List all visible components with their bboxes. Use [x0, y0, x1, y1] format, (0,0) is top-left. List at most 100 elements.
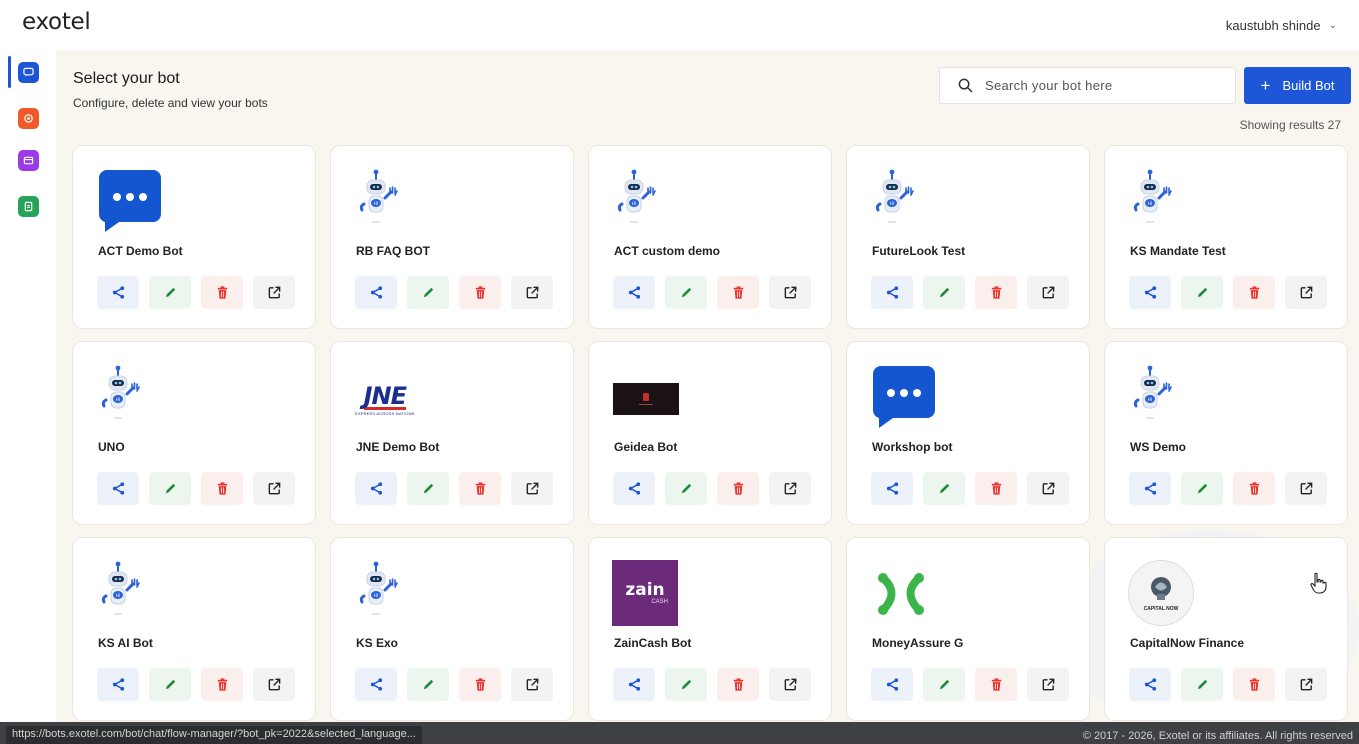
bot-card[interactable]: Geidea Bot	[588, 341, 832, 525]
share-button[interactable]	[1129, 668, 1171, 701]
bot-actions	[871, 472, 1069, 505]
open-button[interactable]	[1285, 472, 1327, 505]
edit-button[interactable]	[149, 276, 191, 309]
edit-button[interactable]	[665, 276, 707, 309]
svg-text:HI: HI	[890, 201, 894, 206]
bot-card[interactable]: HI ACT custom demo	[588, 145, 832, 329]
share-button[interactable]	[97, 472, 139, 505]
exotel-logo[interactable]: exotel	[22, 9, 91, 35]
edit-button[interactable]	[1181, 668, 1223, 701]
open-button[interactable]	[769, 276, 811, 309]
bot-card[interactable]: HI WS Demo	[1104, 341, 1348, 525]
pencil-icon	[1197, 483, 1207, 494]
bot-card[interactable]: JNE EXPRESS ACROSS NATIONS JNE Demo Bot	[330, 341, 574, 525]
share-button[interactable]	[355, 472, 397, 505]
edit-button[interactable]	[923, 472, 965, 505]
open-button[interactable]	[1285, 276, 1327, 309]
bot-card[interactable]: Workshop bot	[846, 341, 1090, 525]
sidebar-item-documents[interactable]	[18, 196, 39, 217]
delete-button[interactable]	[1233, 472, 1275, 505]
bot-actions	[871, 276, 1069, 309]
share-button[interactable]	[97, 668, 139, 701]
share-button[interactable]	[871, 472, 913, 505]
bot-card[interactable]: HI FutureLook Test	[846, 145, 1090, 329]
open-button[interactable]	[769, 472, 811, 505]
share-icon	[1144, 678, 1156, 691]
share-button[interactable]	[613, 276, 655, 309]
edit-button[interactable]	[1181, 472, 1223, 505]
share-button[interactable]	[1129, 276, 1171, 309]
delete-button[interactable]	[975, 472, 1017, 505]
sidebar-item-voice[interactable]	[18, 108, 39, 129]
edit-button[interactable]	[407, 472, 449, 505]
edit-button[interactable]	[665, 472, 707, 505]
delete-button[interactable]	[201, 276, 243, 309]
open-button[interactable]	[1027, 276, 1069, 309]
share-button[interactable]	[355, 276, 397, 309]
delete-button[interactable]	[975, 276, 1017, 309]
share-button[interactable]	[613, 668, 655, 701]
edit-button[interactable]	[407, 668, 449, 701]
bot-card[interactable]: ACT Demo Bot	[72, 145, 316, 329]
bot-card[interactable]: HI KS AI Bot	[72, 537, 316, 721]
delete-button[interactable]	[459, 276, 501, 309]
bot-card[interactable]: CAPITAL NOW CapitalNow Finance	[1104, 537, 1348, 721]
user-menu[interactable]: kaustubh shinde ⌄	[1226, 18, 1337, 33]
build-bot-button[interactable]: + Build Bot	[1244, 67, 1351, 104]
robot-logo: HI	[359, 561, 398, 615]
edit-button[interactable]	[1181, 276, 1223, 309]
external-link-icon	[784, 482, 796, 495]
open-button[interactable]	[511, 472, 553, 505]
sidebar-item-messaging[interactable]	[18, 150, 39, 171]
share-button[interactable]	[1129, 472, 1171, 505]
sidebar-item-bots[interactable]	[18, 62, 39, 83]
delete-button[interactable]	[717, 276, 759, 309]
bot-card[interactable]: HI UNO	[72, 341, 316, 525]
open-button[interactable]	[769, 668, 811, 701]
bot-card[interactable]: zain CASH ZainCash Bot	[588, 537, 832, 721]
open-button[interactable]	[511, 276, 553, 309]
open-button[interactable]	[1027, 472, 1069, 505]
open-button[interactable]	[1285, 668, 1327, 701]
delete-button[interactable]	[717, 472, 759, 505]
open-button[interactable]	[253, 668, 295, 701]
delete-button[interactable]	[975, 668, 1017, 701]
delete-button[interactable]	[201, 668, 243, 701]
edit-button[interactable]	[665, 668, 707, 701]
bot-card[interactable]: HI KS Exo	[330, 537, 574, 721]
share-button[interactable]	[97, 276, 139, 309]
edit-button[interactable]	[149, 668, 191, 701]
delete-button[interactable]	[459, 472, 501, 505]
delete-button[interactable]	[201, 472, 243, 505]
share-button[interactable]	[355, 668, 397, 701]
edit-button[interactable]	[923, 276, 965, 309]
bot-actions	[1129, 668, 1327, 701]
share-icon	[112, 482, 124, 495]
bot-card[interactable]: HI KS Mandate Test	[1104, 145, 1348, 329]
open-button[interactable]	[511, 668, 553, 701]
open-button[interactable]	[1027, 668, 1069, 701]
delete-button[interactable]	[1233, 668, 1275, 701]
open-button[interactable]	[253, 472, 295, 505]
bot-card[interactable]: HI RB FAQ BOT	[330, 145, 574, 329]
share-icon	[628, 286, 640, 299]
delete-button[interactable]	[459, 668, 501, 701]
trash-icon	[217, 286, 227, 299]
share-button[interactable]	[871, 276, 913, 309]
edit-button[interactable]	[407, 276, 449, 309]
delete-button[interactable]	[717, 668, 759, 701]
share-button[interactable]	[613, 472, 655, 505]
bot-logo: HI	[613, 166, 683, 236]
external-link-icon	[1042, 678, 1054, 691]
external-link-icon	[1042, 482, 1054, 495]
edit-button[interactable]	[149, 472, 191, 505]
delete-button[interactable]	[1233, 276, 1275, 309]
open-button[interactable]	[253, 276, 295, 309]
bot-card[interactable]: MoneyAssure G	[846, 537, 1090, 721]
share-icon	[1144, 482, 1156, 495]
share-button[interactable]	[871, 668, 913, 701]
edit-button[interactable]	[923, 668, 965, 701]
search-box[interactable]	[939, 67, 1236, 104]
external-link-icon	[526, 482, 538, 495]
search-input[interactable]	[985, 78, 1215, 93]
